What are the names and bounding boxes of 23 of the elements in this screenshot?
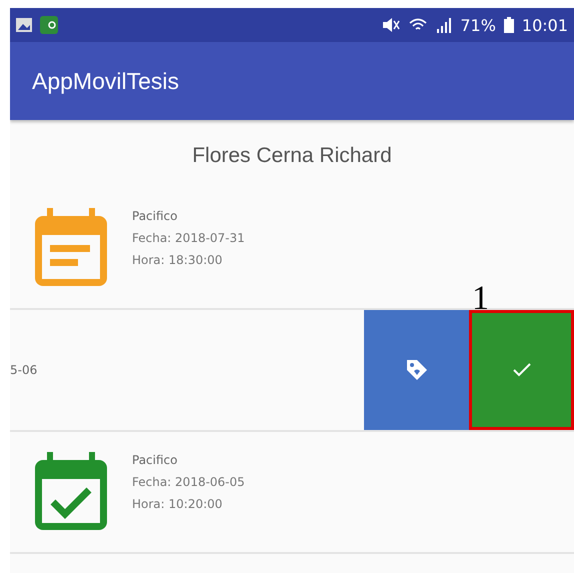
app-icon — [40, 16, 58, 34]
place-name: Pacifico — [132, 453, 178, 467]
check-icon — [512, 362, 532, 378]
annotation-number: 1 — [472, 280, 489, 318]
image-icon — [16, 18, 32, 32]
battery-percent: 71% — [460, 16, 496, 34]
battery-icon — [504, 17, 514, 33]
confirm-button[interactable] — [469, 310, 574, 430]
tag-button[interactable] — [364, 310, 469, 430]
signal-icon — [436, 17, 452, 33]
app-title: AppMovilTesis — [32, 68, 179, 94]
item-date-fragment: 5-06 — [10, 363, 38, 377]
appointment-time: Hora: 10:20:00 — [132, 497, 224, 511]
clock: 10:01 — [522, 16, 568, 34]
place-name: Pacifico — [132, 209, 178, 223]
mute-icon — [382, 17, 400, 33]
tag-icon — [404, 358, 428, 382]
appointment-time: Hora: 18:30:00 — [132, 253, 224, 267]
appointment-date: Fecha: 2018-06-05 — [132, 475, 245, 489]
patient-name: Flores Cerna Richard — [191, 143, 393, 169]
calendar-icon — [33, 208, 109, 288]
appointment-date: Fecha: 2018-07-31 — [132, 231, 245, 245]
calendar-icon — [33, 452, 109, 532]
